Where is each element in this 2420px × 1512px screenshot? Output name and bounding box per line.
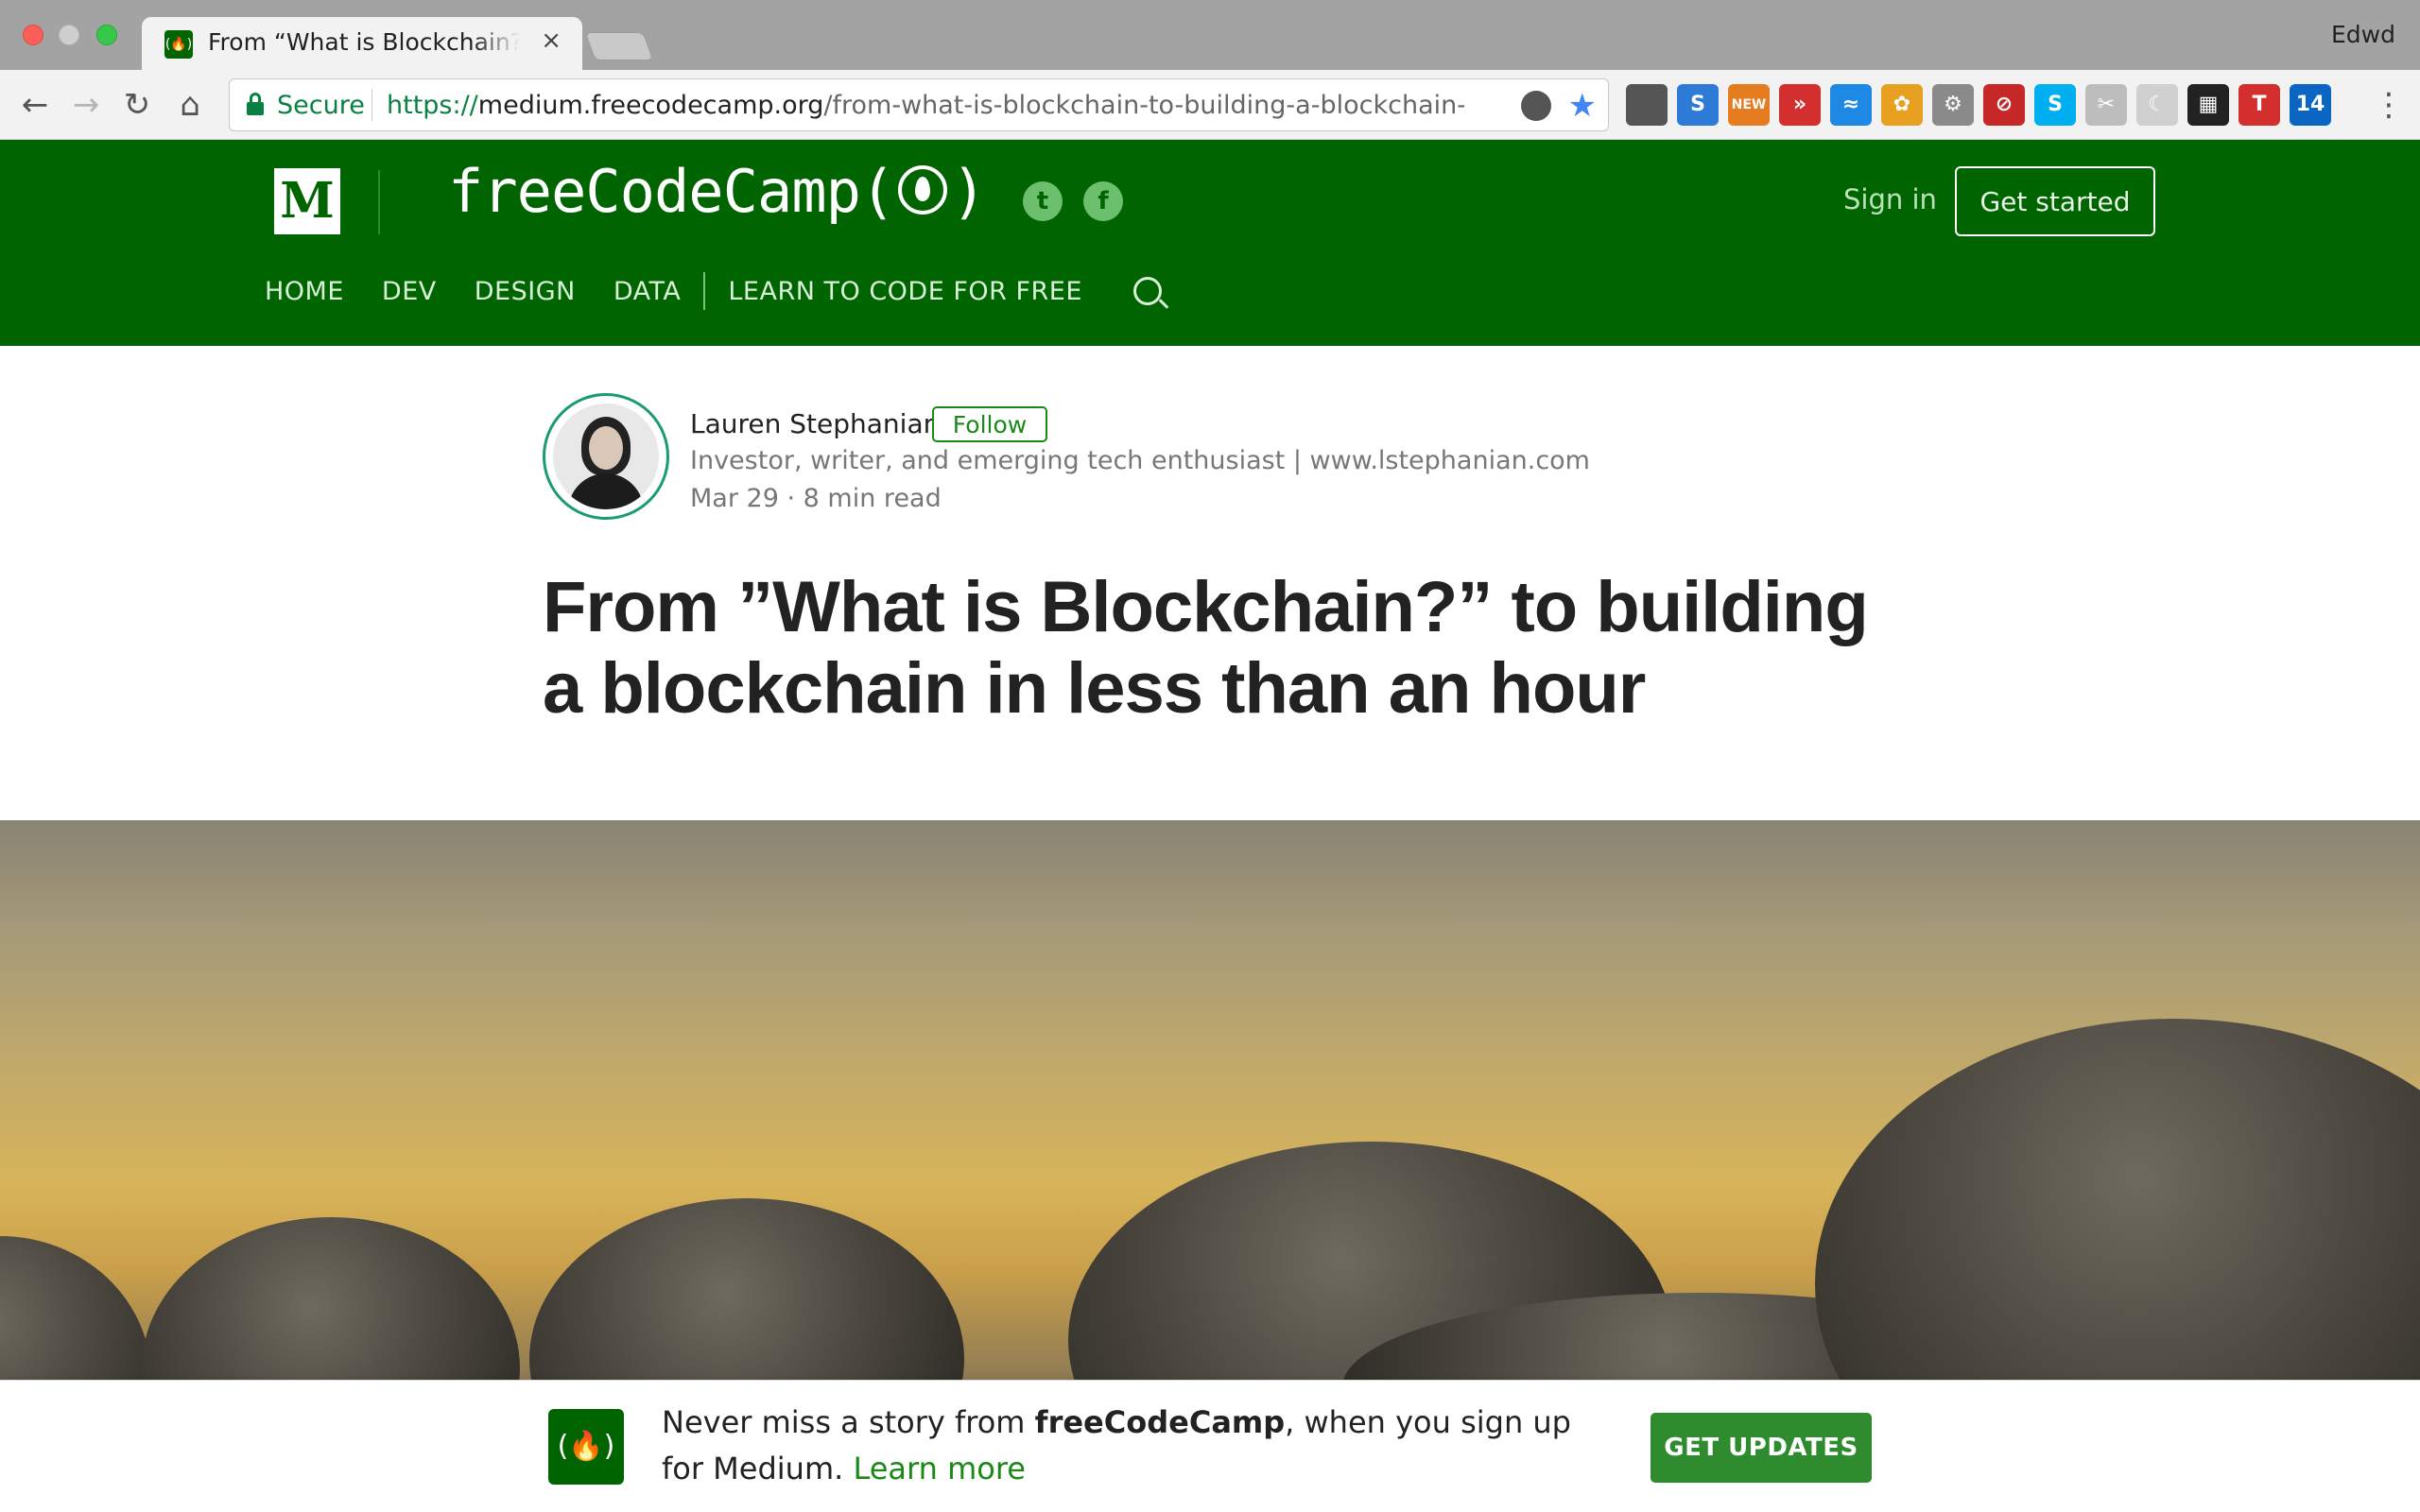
logo-divider xyxy=(378,170,380,234)
reload-button[interactable]: ↻ xyxy=(115,83,159,127)
url-host: medium.freecodecamp.org xyxy=(477,91,824,120)
signup-text-1: Never miss a story from xyxy=(662,1404,1035,1440)
signup-banner: (🔥) Never miss a story from freeCodeCamp… xyxy=(0,1380,2420,1512)
publication-name: freeCodeCamp( xyxy=(448,157,895,226)
grid-icon[interactable]: ▦ xyxy=(2187,84,2229,126)
search-icon[interactable] xyxy=(1132,277,1162,305)
window-close-button[interactable] xyxy=(23,25,43,45)
sync-icon[interactable]: ≈ xyxy=(1830,84,1872,126)
url-path: /from-what-is-blockchain-to-building-a-b… xyxy=(823,91,1464,120)
tab-title: From “What is Blockchain?” to building a… xyxy=(208,28,520,56)
secure-label: Secure xyxy=(277,91,365,120)
get-started-button[interactable]: Get started xyxy=(1955,166,2155,236)
new-tab-button[interactable] xyxy=(584,32,654,60)
profile-name[interactable]: Edwd xyxy=(2331,21,2395,48)
chain-link xyxy=(142,1217,520,1380)
chain-link xyxy=(529,1198,964,1380)
block-icon[interactable]: ⊘ xyxy=(1983,84,2025,126)
new-icon[interactable]: NEW xyxy=(1728,84,1770,126)
home-button[interactable]: ⌂ xyxy=(168,83,212,127)
url-text[interactable]: https://medium.freecodecamp.org/from-wha… xyxy=(387,91,1464,120)
bookmark-star-icon[interactable]: ★ xyxy=(1568,87,1597,125)
twitter-icon[interactable]: t xyxy=(1023,181,1063,221)
chain-link xyxy=(1815,1019,2420,1380)
evernote-icon[interactable] xyxy=(1626,84,1668,126)
window-maximize-button[interactable] xyxy=(96,25,117,45)
url-scheme: https:// xyxy=(387,91,478,120)
learn-more-link[interactable]: Learn more xyxy=(853,1451,1026,1486)
t-icon[interactable]: T xyxy=(2238,84,2280,126)
flower-icon[interactable]: ✿ xyxy=(1881,84,1923,126)
signup-publication: freeCodeCamp xyxy=(1034,1404,1286,1440)
facebook-icon[interactable]: f xyxy=(1083,181,1123,221)
get-updates-button[interactable]: GET UPDATES xyxy=(1651,1413,1872,1483)
nav-learn-to-code[interactable]: LEARN TO CODE FOR FREE xyxy=(728,277,1082,306)
nav-design[interactable]: DESIGN xyxy=(475,277,576,306)
author-bio: Investor, writer, and emerging tech enth… xyxy=(690,446,1590,475)
signup-message: Never miss a story from freeCodeCamp, wh… xyxy=(662,1400,1588,1492)
avatar-photo xyxy=(553,404,659,509)
chain-link xyxy=(0,1236,151,1380)
back-button[interactable]: ← xyxy=(13,83,57,127)
post-date: Mar 29 xyxy=(690,484,779,513)
author-avatar[interactable] xyxy=(543,393,669,520)
post-meta: Mar 29 · 8 min read xyxy=(690,484,942,513)
freecodecamp-logo-icon: (🔥) xyxy=(548,1409,624,1485)
sign-in-link[interactable]: Sign in xyxy=(1843,183,1937,215)
author-name[interactable]: Lauren Stephanian xyxy=(690,408,940,439)
publication-logo[interactable]: freeCodeCamp() xyxy=(448,157,987,226)
read-time: 8 min read xyxy=(803,484,942,513)
browser-title-bar: (🔥) From “What is Blockchain?” to buildi… xyxy=(0,0,2420,70)
skype-icon[interactable]: S xyxy=(2034,84,2076,126)
meta-separator: · xyxy=(786,484,796,513)
freecodecamp-favicon-icon: (🔥) xyxy=(164,30,193,59)
address-bar[interactable]: Secure https://medium.freecodecamp.org/f… xyxy=(229,78,1609,131)
medium-logo[interactable]: M xyxy=(274,168,340,234)
nav-divider xyxy=(703,272,706,310)
browser-tab-active[interactable]: (🔥) From “What is Blockchain?” to buildi… xyxy=(142,17,582,70)
tab-close-icon[interactable]: × xyxy=(541,26,562,55)
nav-home[interactable]: HOME xyxy=(265,277,344,306)
browser-toolbar: ← → ↻ ⌂ Secure https://medium.freecodeca… xyxy=(0,70,2420,140)
publication-name-end: ) xyxy=(951,157,986,226)
follow-button[interactable]: Follow xyxy=(932,406,1047,442)
hero-image xyxy=(0,820,2420,1380)
s-icon[interactable]: S xyxy=(1677,84,1719,126)
gear-icon[interactable]: ⚙ xyxy=(1932,84,1974,126)
linkedin-icon[interactable]: 14 xyxy=(2290,84,2331,126)
publication-nav: HOME DEV DESIGN DATA LEARN TO CODE FOR F… xyxy=(265,272,1162,310)
fire-icon xyxy=(898,164,948,215)
article-headline: From ”What is Blockchain?” to building a… xyxy=(543,567,1869,729)
scissors-icon[interactable]: ✂ xyxy=(2085,84,2127,126)
nav-dev[interactable]: DEV xyxy=(382,277,437,306)
moon-icon[interactable]: ☾ xyxy=(2136,84,2178,126)
cookie-extension-icon[interactable] xyxy=(1521,91,1551,121)
forward-button[interactable]: → xyxy=(64,83,108,127)
site-header: M freeCodeCamp() t f Sign in Get started… xyxy=(0,140,2420,346)
browser-menu-icon[interactable]: ⋮ xyxy=(2373,83,2405,127)
lock-icon xyxy=(247,93,264,115)
forward-icon[interactable]: » xyxy=(1779,84,1821,126)
window-minimize-button[interactable] xyxy=(59,25,79,45)
nav-data[interactable]: DATA xyxy=(614,277,682,306)
extensions-bar: S NEW» ≈ ✿ ⚙ ⊘ S ✂ ☾ ▦ T 14 xyxy=(1626,83,2331,127)
